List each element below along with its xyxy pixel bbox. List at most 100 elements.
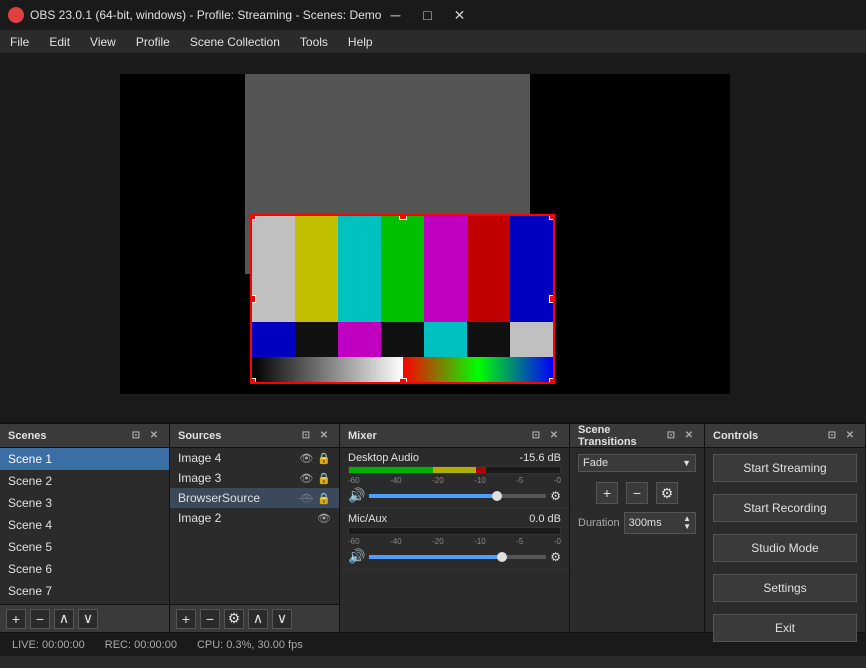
black-block [530, 74, 730, 394]
mixer-track-mic: Mic/Aux 0.0 dB -60-40-20-10-5-0 🔊 ⚙ [340, 509, 569, 570]
maximize-button[interactable]: □ [413, 5, 441, 25]
color-bar-red [467, 216, 510, 322]
sources-panel-title: Sources [178, 430, 299, 442]
bottom-bar-1 [252, 322, 295, 357]
lock-icon-image3[interactable]: 🔒 [317, 472, 331, 485]
menu-help[interactable]: Help [338, 30, 383, 53]
eye-hidden-icon-browser[interactable]: 👁 [299, 492, 313, 505]
controls-close-icon[interactable]: ✕ [843, 429, 857, 443]
source-item-icons: 👁 🔒 [299, 452, 331, 465]
transitions-config-icon[interactable]: ⊡ [664, 429, 678, 443]
meter-green [349, 467, 433, 473]
source-item-image2[interactable]: Image 2 👁 [170, 508, 339, 528]
mute-icon-desktop[interactable]: 🔊 [348, 487, 365, 504]
lock-icon-browser[interactable]: 🔒 [317, 492, 331, 505]
settings-icon-desktop[interactable]: ⚙ [550, 489, 561, 503]
scene-item-3[interactable]: Scene 3 [0, 492, 169, 514]
transition-type-select[interactable]: Fade ▼ [578, 454, 696, 472]
test-pattern[interactable] [250, 214, 555, 384]
source-item-image4[interactable]: Image 4 👁 🔒 [170, 448, 339, 468]
mixer-panel-icons: ⊡ ✕ [529, 429, 561, 443]
duration-value: 300ms [629, 517, 662, 529]
selection-handle-br[interactable] [549, 378, 555, 384]
bottom-bars [252, 322, 553, 357]
menu-tools[interactable]: Tools [290, 30, 338, 53]
minimize-button[interactable]: ─ [381, 5, 409, 25]
menu-profile[interactable]: Profile [126, 30, 180, 53]
bottom-bar-6 [467, 322, 510, 357]
mixer-close-icon[interactable]: ✕ [547, 429, 561, 443]
settings-button[interactable]: Settings [713, 574, 857, 602]
volume-slider-fill-mic [369, 555, 502, 559]
meter-red [476, 467, 487, 473]
lock-icon-image4[interactable]: 🔒 [317, 452, 331, 465]
scene-item-5[interactable]: Scene 5 [0, 536, 169, 558]
transition-remove-button[interactable]: − [626, 482, 648, 504]
duration-input[interactable]: 300ms ▲▼ [624, 512, 696, 534]
scenes-up-button[interactable]: ∧ [54, 609, 74, 629]
mute-icon-mic[interactable]: 🔊 [348, 548, 365, 565]
selection-handle-tm[interactable] [399, 214, 407, 220]
source-item-image3[interactable]: Image 3 👁 🔒 [170, 468, 339, 488]
sources-config-icon[interactable]: ⊡ [299, 429, 313, 443]
scene-item-7[interactable]: Scene 7 [0, 580, 169, 602]
mixer-desktop-controls: 🔊 ⚙ [348, 487, 561, 504]
selection-handle-bm[interactable] [399, 378, 407, 384]
transitions-close-icon[interactable]: ✕ [682, 429, 696, 443]
source-item-icons2: 👁 🔒 [299, 472, 331, 485]
source-item-browser[interactable]: BrowserSource 👁 🔒 [170, 488, 339, 508]
eye-icon-image3[interactable]: 👁 [299, 472, 313, 485]
sources-down-button[interactable]: ∨ [272, 609, 292, 629]
sources-remove-button[interactable]: − [200, 609, 220, 629]
titlebar: OBS 23.0.1 (64-bit, windows) - Profile: … [0, 0, 866, 30]
selection-handle-tl[interactable] [250, 214, 256, 220]
settings-icon-mic[interactable]: ⚙ [550, 550, 561, 564]
menu-scene-collection[interactable]: Scene Collection [180, 30, 290, 53]
controls-panel-title: Controls [713, 430, 825, 442]
eye-icon-image2[interactable]: 👁 [317, 512, 331, 525]
scenes-down-button[interactable]: ∨ [78, 609, 98, 629]
scenes-remove-button[interactable]: − [30, 609, 50, 629]
start-recording-button[interactable]: Start Recording [713, 494, 857, 522]
transition-settings-button[interactable]: ⚙ [656, 482, 678, 504]
selection-handle-tr[interactable] [549, 214, 555, 220]
sources-close-icon[interactable]: ✕ [317, 429, 331, 443]
volume-slider-mic[interactable] [369, 555, 546, 559]
scenes-add-button[interactable]: + [6, 609, 26, 629]
sources-add-button[interactable]: + [176, 609, 196, 629]
bottom-bar-3 [338, 322, 381, 357]
selection-handle-bl[interactable] [250, 378, 256, 384]
exit-button[interactable]: Exit [713, 614, 857, 642]
scene-item-2[interactable]: Scene 2 [0, 470, 169, 492]
scenes-panel-footer: + − ∧ ∨ [0, 604, 169, 632]
scene-item-1[interactable]: Scene 1 [0, 448, 169, 470]
mixer-track-mic-header: Mic/Aux 0.0 dB [348, 513, 561, 525]
menu-file[interactable]: File [0, 30, 39, 53]
scene-item-6[interactable]: Scene 6 [0, 558, 169, 580]
start-streaming-button[interactable]: Start Streaming [713, 454, 857, 482]
bottom-bar-5 [424, 322, 467, 357]
rainbow-bar [403, 357, 554, 382]
scenes-config-icon[interactable]: ⊡ [129, 429, 143, 443]
eye-icon-image4[interactable]: 👁 [299, 452, 313, 465]
menu-view[interactable]: View [80, 30, 126, 53]
sources-up-button[interactable]: ∧ [248, 609, 268, 629]
selection-handle-mr[interactable] [549, 295, 555, 303]
volume-slider-desktop[interactable] [369, 494, 546, 498]
scene-item-4[interactable]: Scene 4 [0, 514, 169, 536]
sources-settings-button[interactable]: ⚙ [224, 609, 244, 629]
mixer-config-icon[interactable]: ⊡ [529, 429, 543, 443]
sources-panel-header: Sources ⊡ ✕ [170, 424, 339, 448]
studio-mode-button[interactable]: Studio Mode [713, 534, 857, 562]
volume-slider-thumb-desktop[interactable] [492, 491, 502, 501]
mixer-panel: Mixer ⊡ ✕ Desktop Audio -15.6 dB -60-40-… [340, 424, 570, 632]
selection-handle-ml[interactable] [250, 295, 256, 303]
transition-add-button[interactable]: + [596, 482, 618, 504]
status-rec: REC: 00:00:00 [105, 639, 177, 651]
scenes-close-icon[interactable]: ✕ [147, 429, 161, 443]
controls-config-icon[interactable]: ⊡ [825, 429, 839, 443]
transition-select-chevron: ▼ [682, 458, 691, 468]
volume-slider-thumb-mic[interactable] [497, 552, 507, 562]
menu-edit[interactable]: Edit [39, 30, 80, 53]
close-button[interactable]: ✕ [445, 5, 473, 25]
